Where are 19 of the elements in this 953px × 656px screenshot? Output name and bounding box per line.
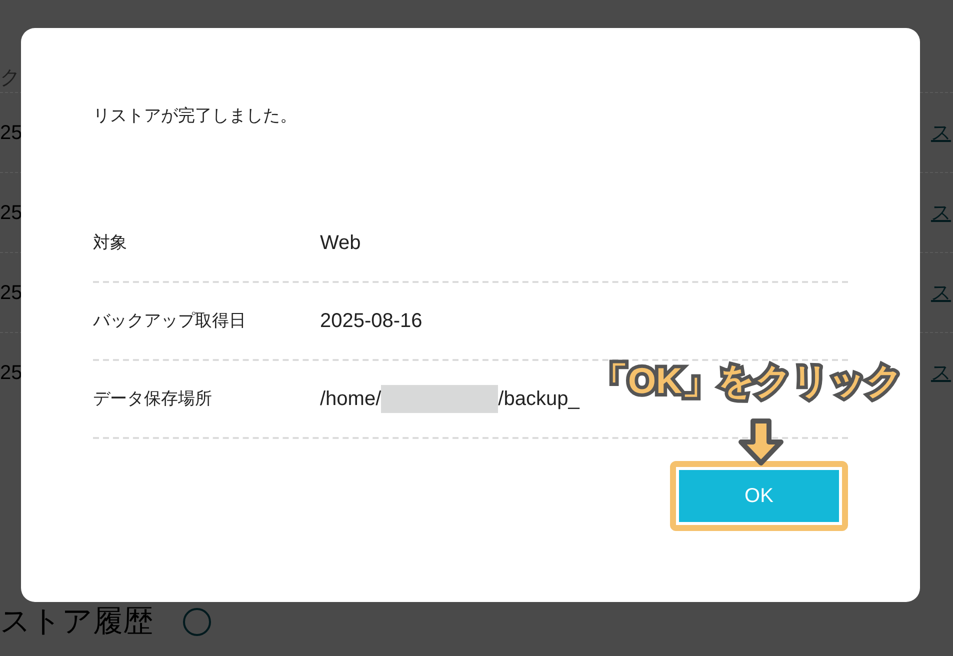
detail-label: 対象 — [93, 232, 128, 254]
section-heading: ストア履歴 — [0, 604, 153, 640]
completion-message: リストアが完了しました。 — [93, 105, 298, 127]
detail-value: /home/ — [320, 387, 382, 412]
ok-button[interactable]: OK — [679, 470, 839, 522]
restore-link[interactable]: ス — [931, 358, 953, 388]
date-text: 25 — [0, 200, 22, 226]
restore-link[interactable]: ス — [931, 278, 953, 308]
detail-value: 2025-08-16 — [320, 309, 422, 334]
detail-value: Web — [320, 231, 361, 256]
detail-value: /backup_ — [498, 387, 580, 412]
detail-label: データ保存場所 — [93, 388, 213, 410]
annotation-text: 「OK」をクリック — [592, 359, 903, 403]
restore-link[interactable]: ス — [931, 198, 953, 228]
date-text: 25 — [0, 360, 22, 386]
detail-label: バックアップ取得日 — [93, 310, 247, 332]
date-text: 25 — [0, 280, 22, 306]
restore-link[interactable]: ス — [931, 118, 953, 148]
date-text: 25 — [0, 120, 22, 146]
